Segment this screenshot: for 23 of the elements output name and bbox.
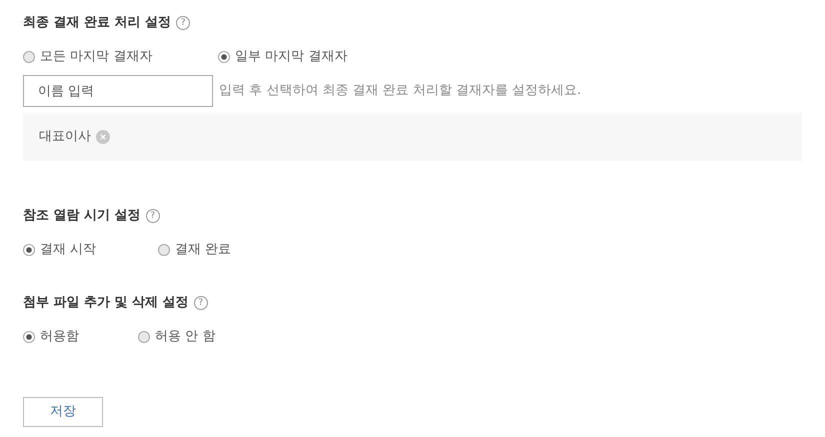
option-label[interactable]: 모든 마지막 결재자 bbox=[40, 47, 152, 67]
hint-text: 입력 후 선택하여 최종 결재 완료 처리할 결재자를 설정하세요. bbox=[219, 82, 582, 100]
option-label[interactable]: 일부 마지막 결재자 bbox=[235, 47, 348, 67]
section-title: 최종 결재 완료 처리 설정 bbox=[23, 14, 172, 32]
radio-button[interactable] bbox=[23, 244, 35, 256]
name-input-field[interactable]: 이름 입력 bbox=[23, 75, 213, 107]
help-button[interactable]: ? bbox=[176, 16, 190, 30]
save-button[interactable]: 저장 bbox=[23, 397, 103, 427]
section-title: 첨부 파일 추가 및 삭제 설정 bbox=[23, 294, 189, 312]
tag-label: 대표이사 bbox=[39, 128, 91, 146]
option-label[interactable]: 결재 완료 bbox=[175, 240, 232, 260]
radio-button[interactable] bbox=[23, 51, 35, 63]
remove-icon[interactable] bbox=[96, 130, 110, 144]
help-button[interactable]: ? bbox=[194, 296, 208, 310]
radio-button[interactable] bbox=[218, 51, 230, 63]
radio-button[interactable] bbox=[158, 244, 170, 256]
radio-button[interactable] bbox=[138, 331, 150, 343]
option-label[interactable]: 허용함 bbox=[40, 327, 79, 347]
option-label[interactable]: 허용 안 함 bbox=[155, 327, 216, 347]
section-title: 참조 열람 시기 설정 bbox=[23, 207, 141, 226]
help-button[interactable]: ? bbox=[146, 209, 160, 223]
option-label[interactable]: 결재 시작 bbox=[40, 240, 96, 260]
radio-button[interactable] bbox=[23, 331, 35, 343]
